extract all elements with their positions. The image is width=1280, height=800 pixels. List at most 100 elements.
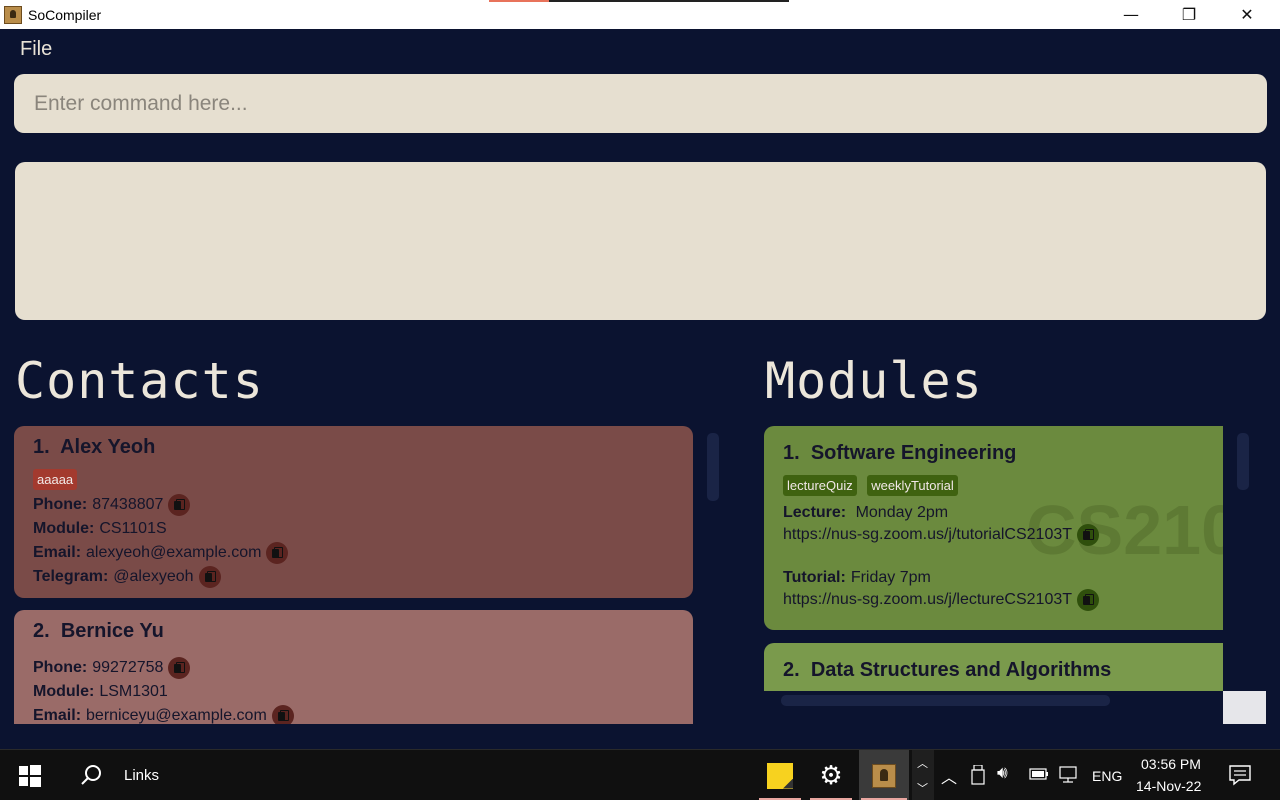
tutorial-link[interactable]: https://nus-sg.zoom.us/j/lectureCS2103T	[783, 591, 1072, 609]
module-name: Data Structures and Algorithms	[810, 659, 1112, 681]
copy-icon[interactable]	[198, 566, 221, 588]
module-tag: lectureQuiz	[783, 475, 857, 496]
tutorial-link-row: https://nus-sg.zoom.us/j/lectureCS2103T	[783, 589, 1215, 611]
email-label: Email:	[33, 707, 82, 724]
telegram-value: @alexyeoh	[113, 568, 194, 585]
result-display	[15, 162, 1266, 320]
contacts-scrollbar[interactable]	[707, 433, 719, 501]
contact-name: Alex Yeoh	[60, 436, 156, 458]
notification-icon[interactable]	[1229, 764, 1251, 786]
contact-title: 1. Alex Yeoh	[33, 436, 674, 459]
module-index: 2.	[783, 659, 800, 681]
socompiler-icon	[872, 763, 896, 788]
lecture-row: Lecture: Monday 2pm	[783, 503, 1215, 523]
contact-tag: aaaaa	[33, 469, 78, 490]
module-row: Module: LSM1301	[33, 682, 674, 702]
taskbar-search-text[interactable]: Links	[124, 767, 159, 784]
module-row: Module: CS1101S	[33, 519, 674, 539]
close-button[interactable]: ✕	[1218, 0, 1276, 29]
modules-list[interactable]: CS210 1. Software Engineering lectureQui…	[764, 426, 1223, 691]
module-name: Software Engineering	[810, 442, 1017, 464]
email-label: Email:	[33, 544, 82, 561]
network-icon[interactable]	[1059, 766, 1081, 784]
clock-time[interactable]: 03:56 PM	[1141, 756, 1201, 772]
volume-icon[interactable]: 🔊︎	[997, 763, 1008, 783]
lecture-time: Monday 2pm	[855, 504, 949, 521]
title-accent	[489, 0, 789, 2]
clock-date[interactable]: 14-Nov-22	[1136, 778, 1201, 794]
title-bar: SoCompiler — ❐ ✕	[0, 0, 1280, 29]
tag-list: aaaaa	[33, 469, 674, 491]
lecture-link-row: https://nus-sg.zoom.us/j/tutorialCS2103T	[783, 524, 1215, 546]
email-row: Email: alexyeoh@example.com	[33, 542, 674, 564]
modules-hscrollbar[interactable]	[781, 695, 1110, 706]
tray-chevron-up-icon[interactable]: ︿	[941, 764, 957, 788]
maximize-button[interactable]: ❐	[1160, 0, 1218, 29]
minimize-button[interactable]: —	[1102, 0, 1160, 29]
module-card[interactable]: CS210 1. Software Engineering lectureQui…	[764, 426, 1223, 630]
module-title: 2. Data Structures and Algorithms	[783, 659, 1215, 682]
modules-vscrollbar[interactable]	[1237, 433, 1249, 490]
phone-label: Phone:	[33, 659, 88, 676]
module-label: Module:	[33, 683, 95, 700]
contact-card[interactable]: 1. Alex Yeoh aaaaa Phone: 87438807 Modul…	[14, 426, 693, 598]
usb-drive-icon[interactable]	[971, 764, 985, 785]
contacts-list[interactable]: 1. Alex Yeoh aaaaa Phone: 87438807 Modul…	[14, 426, 694, 724]
window-title: SoCompiler	[28, 6, 102, 23]
copy-icon[interactable]	[168, 494, 191, 516]
phone-value: 87438807	[92, 496, 164, 513]
copy-icon[interactable]	[271, 705, 294, 724]
contact-card[interactable]: 2. Bernice Yu Phone: 99272758 Module: LS…	[14, 610, 693, 724]
tutorial-row: Tutorial: Friday 7pm	[783, 568, 1215, 588]
module-title: 1. Software Engineering	[783, 442, 1215, 465]
contact-index: 2.	[33, 620, 50, 642]
module-card[interactable]: 2. Data Structures and Algorithms	[764, 643, 1223, 691]
contact-index: 1.	[33, 436, 50, 458]
close-icon: ✕	[1240, 5, 1254, 24]
gear-icon: ⚙	[819, 760, 843, 791]
app-icon	[4, 5, 22, 24]
tag-list: lectureQuiz weeklyTutorial	[783, 475, 1215, 497]
lecture-label: Lecture:	[783, 504, 847, 521]
socompiler-app[interactable]	[859, 750, 909, 800]
chevron-down-icon: ﹀	[917, 783, 928, 795]
sticky-notes-icon	[767, 762, 793, 789]
sticky-notes-app[interactable]	[757, 750, 803, 800]
module-label: Module:	[33, 520, 95, 537]
telegram-label: Telegram:	[33, 568, 109, 585]
email-value: berniceyu@example.com	[86, 707, 267, 724]
menu-file[interactable]: File	[20, 38, 52, 61]
command-input[interactable]	[14, 74, 1267, 133]
copy-icon[interactable]	[1077, 524, 1100, 546]
module-value: CS1101S	[99, 520, 167, 537]
settings-app[interactable]: ⚙	[808, 750, 854, 800]
contact-title: 2. Bernice Yu	[33, 620, 674, 643]
module-value: LSM1301	[99, 683, 168, 700]
email-row: Email: berniceyu@example.com	[33, 705, 674, 724]
modules-heading: Modules	[765, 352, 983, 410]
language-indicator[interactable]: ENG	[1092, 768, 1122, 784]
windows-start-icon[interactable]	[19, 765, 41, 787]
phone-label: Phone:	[33, 496, 88, 513]
lecture-link[interactable]: https://nus-sg.zoom.us/j/tutorialCS2103T	[783, 526, 1072, 544]
taskbar-overflow[interactable]: ︿ ﹀	[912, 750, 934, 800]
contact-name: Bernice Yu	[60, 620, 164, 642]
phone-row: Phone: 99272758	[33, 657, 674, 679]
copy-icon[interactable]	[266, 542, 289, 564]
restore-icon: ❐	[1181, 5, 1197, 24]
phone-value: 99272758	[92, 659, 164, 676]
taskbar: Links ⚙ ︿ ﹀ ︿ 🔊︎ ENG 03:56 PM 14-Nov-22	[0, 749, 1280, 800]
scroll-corner	[1223, 691, 1266, 724]
module-tag: weeklyTutorial	[867, 475, 958, 496]
chevron-up-icon: ︿	[917, 758, 928, 770]
contacts-heading: Contacts	[15, 352, 264, 410]
telegram-row: Telegram: @alexyeoh	[33, 566, 674, 588]
tutorial-label: Tutorial:	[783, 569, 846, 586]
tutorial-time: Friday 7pm	[850, 569, 931, 586]
minimize-icon: —	[1123, 5, 1139, 24]
battery-icon[interactable]	[1029, 767, 1049, 781]
search-icon[interactable]	[80, 764, 102, 786]
copy-icon[interactable]	[168, 657, 191, 679]
module-index: 1.	[783, 442, 800, 464]
copy-icon[interactable]	[1077, 589, 1100, 611]
